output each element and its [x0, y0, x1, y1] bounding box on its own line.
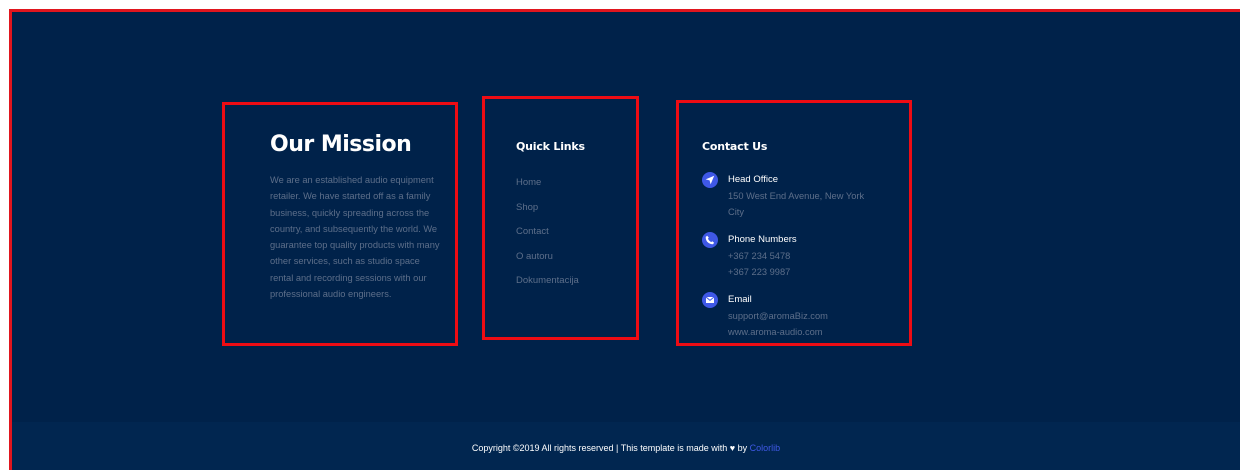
contact-highlight-box [676, 100, 912, 346]
website-address[interactable]: www.aroma-audio.com [728, 327, 823, 337]
mission-text: We are an established audio equipment re… [270, 175, 440, 300]
list-item: Contact [516, 221, 579, 246]
location-arrow-icon [702, 172, 718, 188]
link-contact[interactable]: Contact [516, 226, 549, 237]
contact-title: Contact Us [702, 140, 768, 153]
link-o-autoru[interactable]: O autoru [516, 251, 553, 262]
phone-number-2: +367 223 9987 [728, 267, 791, 277]
phone-icon [702, 232, 718, 248]
link-home[interactable]: Home [516, 177, 541, 188]
head-office-label: Head Office [728, 174, 778, 185]
phone-numbers-label: Phone Numbers [728, 234, 797, 245]
link-dokumentacija[interactable]: Dokumentacija [516, 275, 579, 286]
list-item: O autoru [516, 246, 579, 271]
list-item: Shop [516, 197, 579, 222]
copyright-prefix: Copyright ©2019 All rights reserved | Th… [471, 443, 728, 453]
list-item: Dokumentacija [516, 270, 579, 295]
colorlib-link[interactable]: Colorlib [750, 443, 781, 453]
heart-icon: ♥ [729, 443, 736, 453]
copyright-bar: Copyright ©2019 All rights reserved | Th… [12, 422, 1240, 470]
quick-links-title: Quick Links [516, 140, 585, 153]
link-shop[interactable]: Shop [516, 202, 538, 213]
envelope-icon [702, 292, 718, 308]
head-office-address-line2: City [728, 207, 745, 217]
phone-number-1: +367 234 5478 [728, 251, 791, 261]
list-item: Home [516, 172, 579, 197]
email-label: Email [728, 294, 752, 305]
email-address[interactable]: support@aromaBiz.com [728, 311, 828, 321]
mission-title: Our Mission [270, 132, 412, 157]
quick-links-list: Home Shop Contact O autoru Dokumentacija [516, 172, 579, 295]
head-office-address-line1: 150 West End Avenue, New York [728, 191, 865, 201]
copyright-by: by [737, 443, 748, 453]
copyright-text: Copyright ©2019 All rights reserved | Th… [12, 443, 1240, 453]
